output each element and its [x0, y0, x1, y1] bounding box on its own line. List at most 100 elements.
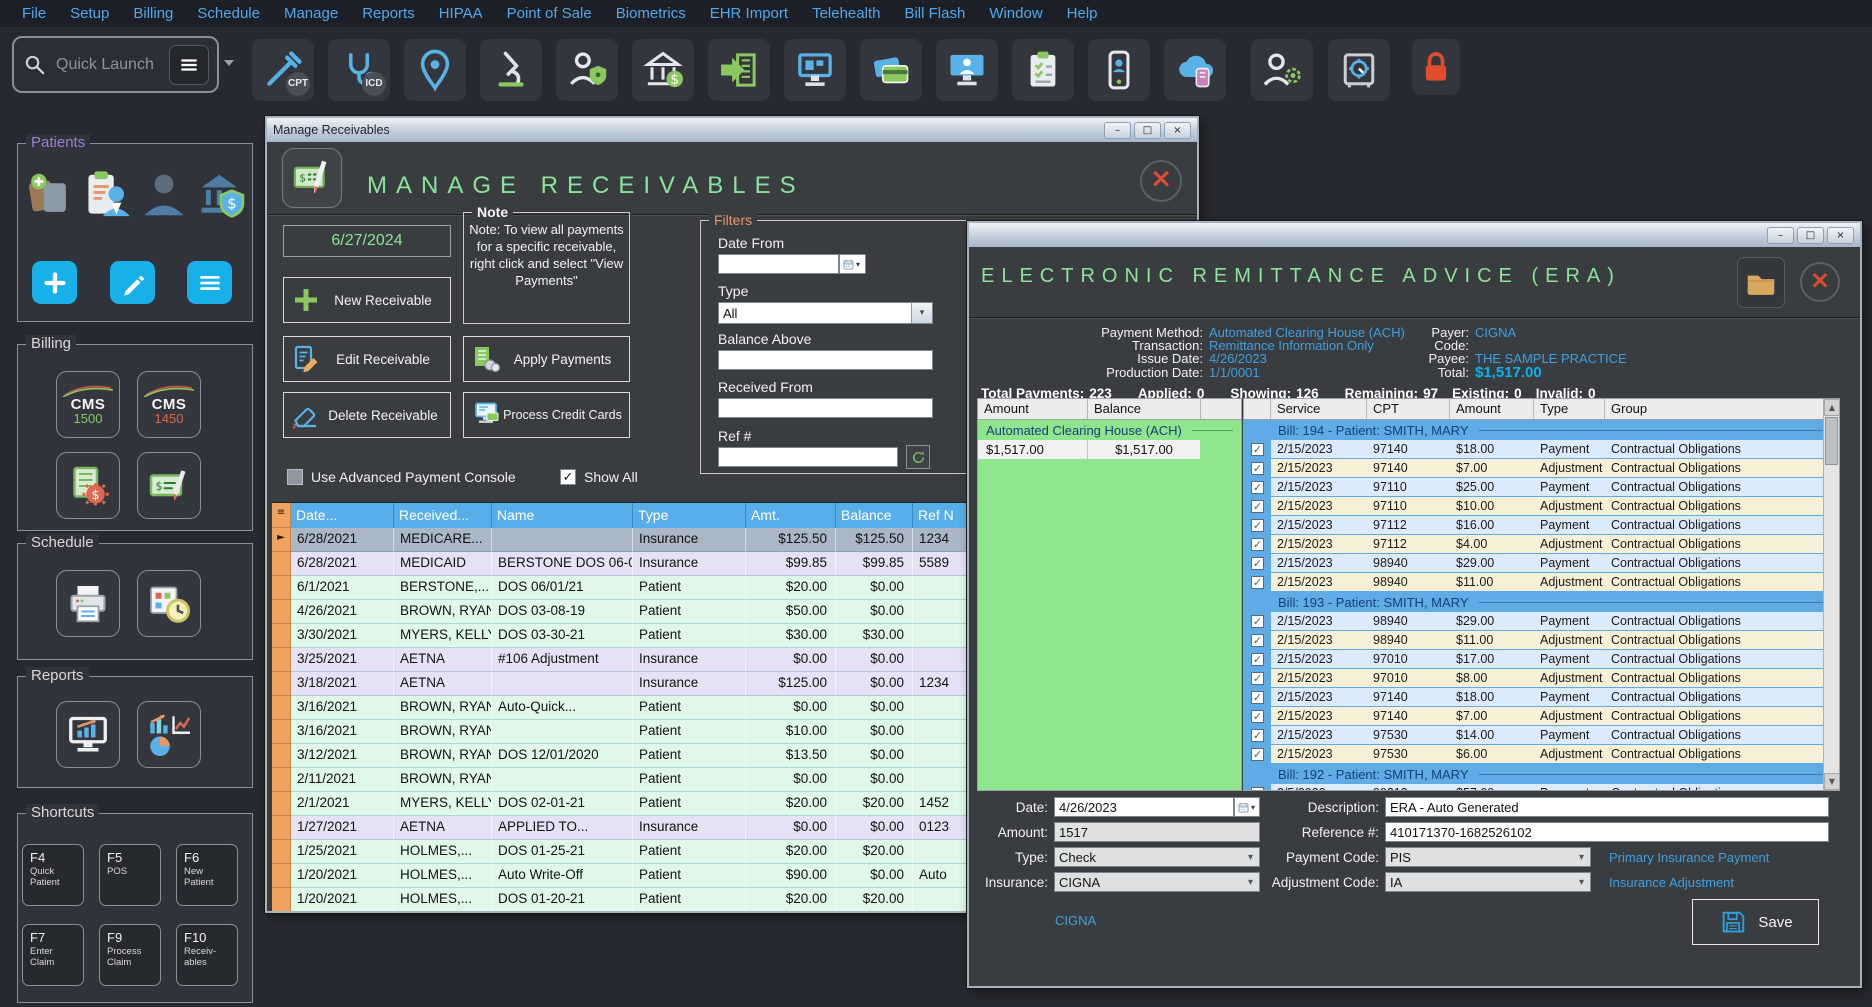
- column-header-type[interactable]: Type: [633, 503, 746, 528]
- patient-profile-icon[interactable]: [137, 168, 191, 222]
- refresh-button[interactable]: [906, 445, 930, 469]
- column-header-balance[interactable]: Balance: [1088, 399, 1201, 419]
- close-button[interactable]: ×: [1827, 227, 1854, 244]
- vertical-scrollbar[interactable]: ▲ ▼: [1823, 399, 1839, 790]
- row-checkbox[interactable]: ✓: [1251, 519, 1264, 532]
- menu-manage[interactable]: Manage: [272, 5, 350, 22]
- toolbar-cpt-codes[interactable]: CPT: [252, 39, 314, 101]
- era-service-row[interactable]: ✓2/15/202397110$25.00PaymentContractual …: [1244, 478, 1839, 496]
- toolbar-workstation[interactable]: [784, 39, 846, 101]
- row-checkbox[interactable]: ✓: [1251, 538, 1264, 551]
- report-viewer-button[interactable]: [56, 701, 120, 768]
- open-file-button[interactable]: [1737, 257, 1785, 308]
- manage-receivables-titlebar[interactable]: Manage Receivables – □ ×: [267, 118, 1197, 142]
- patient-cards-icon[interactable]: [22, 168, 76, 222]
- toolbar-icd-codes[interactable]: ICD: [328, 39, 390, 101]
- menu-window[interactable]: Window: [977, 5, 1054, 22]
- era-service-row[interactable]: ✓2/15/202398940$11.00AdjustmentContractu…: [1244, 573, 1839, 591]
- toolbar-cloud-sync[interactable]: [1164, 39, 1226, 101]
- row-checkbox[interactable]: ✓: [1251, 443, 1264, 456]
- process-credit-cards-button[interactable]: Process Credit Cards: [463, 392, 630, 438]
- close-button[interactable]: ×: [1164, 122, 1191, 139]
- advanced-payment-console-checkbox[interactable]: Use Advanced Payment Console: [287, 469, 516, 485]
- toolbar-user-settings[interactable]: [1251, 39, 1313, 101]
- date-from-picker-button[interactable]: ▾: [839, 254, 866, 274]
- row-checkbox[interactable]: ✓: [1251, 634, 1264, 647]
- row-checkbox[interactable]: ✓: [1251, 729, 1264, 742]
- column-header-amt[interactable]: Amt.: [746, 503, 836, 528]
- insurance-link[interactable]: CIGNA: [1055, 913, 1096, 928]
- column-header-cpt[interactable]: CPT: [1367, 399, 1450, 419]
- date-from-input[interactable]: [718, 254, 839, 274]
- column-header-type[interactable]: Type: [1534, 399, 1605, 419]
- era-service-row[interactable]: ✓2/15/202397110$10.00AdjustmentContractu…: [1244, 497, 1839, 515]
- row-checkbox[interactable]: ✓: [1251, 615, 1264, 628]
- row-checkbox[interactable]: ✓: [1251, 462, 1264, 475]
- appointments-button[interactable]: [137, 570, 201, 637]
- era-payment-code-select[interactable]: PIS ▾: [1385, 847, 1591, 867]
- era-service-row[interactable]: ✓2/15/202397140$18.00PaymentContractual …: [1244, 440, 1839, 458]
- era-service-row[interactable]: ✓2/15/202397112$16.00PaymentContractual …: [1244, 516, 1839, 534]
- menu-biometrics[interactable]: Biometrics: [604, 5, 698, 22]
- edit-receivable-button[interactable]: Edit Receivable: [283, 336, 451, 382]
- print-schedule-button[interactable]: [56, 570, 120, 637]
- column-header-balance[interactable]: Balance: [836, 503, 913, 528]
- era-service-row[interactable]: ✓2/15/202397530$6.00AdjustmentContractua…: [1244, 745, 1839, 763]
- row-checkbox[interactable]: ✓: [1251, 500, 1264, 513]
- era-service-row[interactable]: ✓2/15/202397140$7.00AdjustmentContractua…: [1244, 707, 1839, 725]
- menu-setup[interactable]: Setup: [58, 5, 121, 22]
- row-checkbox[interactable]: ✓: [1251, 787, 1264, 792]
- column-header-date[interactable]: Date...: [291, 503, 394, 528]
- quick-launch[interactable]: Quick Launch: [12, 36, 219, 93]
- shortcut-f10[interactable]: F10Receiv-ables: [176, 924, 238, 986]
- checks-button[interactable]: $: [137, 452, 201, 519]
- menu-bill-flash[interactable]: Bill Flash: [892, 5, 977, 22]
- row-checkbox[interactable]: ✓: [1251, 672, 1264, 685]
- add-patient-button[interactable]: [32, 261, 77, 304]
- patient-list-button[interactable]: [187, 261, 232, 304]
- scroll-down-button[interactable]: ▼: [1824, 773, 1840, 790]
- shortcut-f9[interactable]: F9Process Claim: [99, 924, 161, 986]
- delete-receivable-button[interactable]: Delete Receivable: [283, 392, 451, 438]
- era-description-input[interactable]: [1385, 797, 1829, 817]
- ref-input[interactable]: [718, 447, 898, 467]
- scroll-up-button[interactable]: ▲: [1824, 399, 1840, 416]
- cms-1500-button[interactable]: CMS 1500: [56, 371, 120, 438]
- row-checkbox[interactable]: ✓: [1251, 691, 1264, 704]
- row-checkbox[interactable]: ✓: [1251, 653, 1264, 666]
- toolbar-provider-training[interactable]: [936, 39, 998, 101]
- menu-reports[interactable]: Reports: [350, 5, 427, 22]
- era-service-row[interactable]: ✓2/15/202398940$29.00PaymentContractual …: [1244, 554, 1839, 572]
- era-date-input[interactable]: [1054, 797, 1234, 817]
- era-service-row[interactable]: ✓2/5/202399213$57.00PaymentContractual O…: [1244, 784, 1839, 791]
- menu-point-of-sale[interactable]: Point of Sale: [495, 5, 604, 22]
- shortcut-f7[interactable]: F7Enter Claim: [22, 924, 84, 986]
- row-checkbox[interactable]: ✓: [1251, 557, 1264, 570]
- scrollbar-thumb[interactable]: [1825, 417, 1838, 465]
- toolbar-billing-institution[interactable]: $: [632, 39, 694, 101]
- apply-payments-button[interactable]: Apply Payments: [463, 336, 630, 382]
- column-header-amount[interactable]: Amount: [1450, 399, 1534, 419]
- column-header-name[interactable]: Name: [492, 503, 633, 528]
- toolbar-labs[interactable]: [480, 39, 542, 101]
- era-service-row[interactable]: ✓2/15/202397140$18.00PaymentContractual …: [1244, 688, 1839, 706]
- quick-launch-caret[interactable]: [224, 60, 234, 66]
- row-checkbox[interactable]: ✓: [1251, 748, 1264, 761]
- era-titlebar[interactable]: – □ ×: [969, 223, 1860, 247]
- era-reference-input[interactable]: [1385, 822, 1829, 842]
- dialog-close-button[interactable]: ×: [1140, 160, 1182, 202]
- toolbar-charge-import[interactable]: [708, 39, 770, 101]
- save-button[interactable]: Save: [1692, 899, 1819, 945]
- row-checkbox[interactable]: ✓: [1251, 710, 1264, 723]
- toolbar-patient-security[interactable]: [556, 39, 618, 101]
- row-checkbox[interactable]: ✓: [1251, 481, 1264, 494]
- maximize-button[interactable]: □: [1797, 227, 1824, 244]
- shortcut-f4[interactable]: F4Quick Patient: [22, 844, 84, 906]
- era-adjustment-code-select[interactable]: IA ▾: [1385, 872, 1591, 892]
- received-from-input[interactable]: [718, 398, 933, 418]
- era-service-row[interactable]: ✓2/15/202397010$17.00PaymentContractual …: [1244, 650, 1839, 668]
- menu-file[interactable]: File: [10, 5, 58, 22]
- column-header-received[interactable]: Received...: [394, 503, 492, 528]
- menu-hipaa[interactable]: HIPAA: [427, 5, 495, 22]
- toolbar-session-lock[interactable]: [1412, 39, 1460, 95]
